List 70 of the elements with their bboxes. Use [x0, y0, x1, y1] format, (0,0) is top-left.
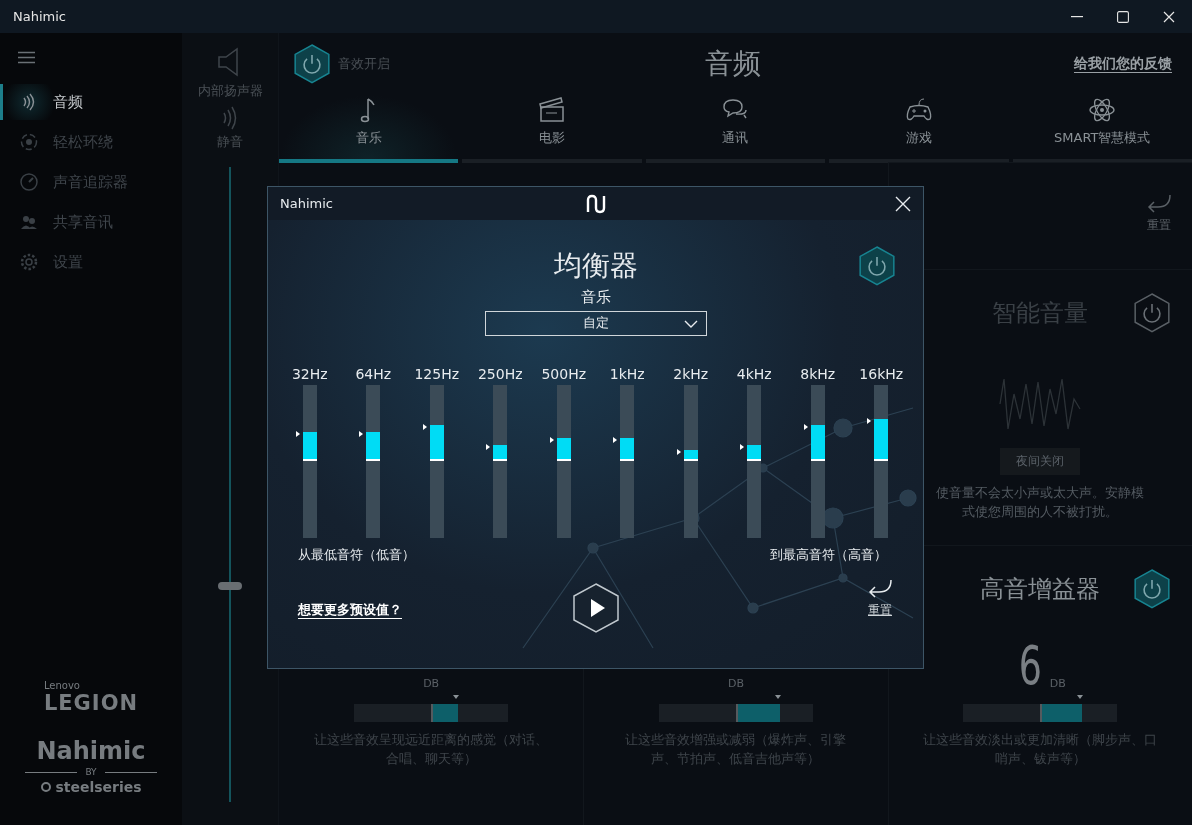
power-button[interactable] [859, 246, 895, 286]
unit-label: DB [1049, 677, 1066, 690]
return-arrow-icon [1146, 193, 1172, 215]
frequency-label: 1kHz [609, 365, 645, 382]
power-button[interactable] [1134, 569, 1170, 609]
slider-fill [493, 445, 508, 462]
effects-label: 音效开启 [338, 55, 390, 73]
slider-fill [874, 419, 889, 462]
frequency-label: 4kHz [736, 365, 772, 382]
slider-fill [302, 431, 317, 462]
slider-fill [620, 437, 635, 462]
frequency-label: 64Hz [355, 365, 392, 382]
slider-fill [429, 425, 444, 462]
tab[interactable]: 通讯 [645, 95, 826, 163]
reset-button[interactable]: 重置 [867, 577, 893, 619]
tab[interactable]: 电影 [462, 95, 642, 163]
more-presets-link[interactable]: 想要更多预设值？ [298, 600, 573, 619]
slider-fill [683, 449, 698, 462]
close-icon [1163, 10, 1175, 23]
unit-label: DB [727, 677, 744, 690]
maximize-icon [1117, 10, 1129, 23]
unit-label: DB [423, 677, 440, 690]
play-icon [572, 582, 619, 633]
card-title: 高音增益器 [980, 574, 1101, 605]
slider-fill [1040, 704, 1083, 722]
surround-icon [19, 132, 39, 152]
frequency-label: 500Hz [541, 365, 587, 382]
slider-fill [431, 704, 458, 722]
mute-label: 静音 [217, 133, 243, 151]
feedback-link[interactable]: 给我们您的反馈 [1074, 55, 1172, 73]
gauge-icon [19, 172, 39, 192]
tab[interactable]: SMART智慧模式 [1012, 95, 1192, 163]
wave-logo-icon [584, 193, 607, 214]
close-icon [895, 195, 911, 212]
frequency-label: 8kHz [800, 365, 836, 382]
window-title: Nahimic [13, 9, 67, 24]
high-note-label: 到最高音符（高音） [770, 545, 887, 564]
device-label: 内部扬声器 [197, 82, 263, 100]
page-title: 音频 [705, 46, 761, 82]
low-note-label: 从最低音符（低音） [298, 545, 415, 564]
frequency-label: 250Hz [477, 365, 523, 382]
frequency-label: 16kHz [859, 365, 904, 382]
frequency-label: 125Hz [414, 365, 460, 382]
preset-dropdown[interactable]: 自定 [484, 310, 707, 336]
chevron-down-icon [683, 319, 698, 328]
return-arrow-icon [867, 577, 893, 600]
slider-thumb[interactable] [218, 582, 242, 591]
card-description: 使音量不会太小声或太大声。安静模式使您周围的人不被打扰。 [935, 484, 1146, 521]
dialog-title: Nahimic [280, 196, 334, 211]
slider-fill [366, 431, 381, 462]
dialog-heading: 均衡器 [553, 247, 638, 284]
slider-fill [556, 437, 571, 462]
menu-icon[interactable] [18, 51, 35, 64]
mode-label: 音乐 [580, 287, 611, 307]
settings-icon [19, 252, 39, 272]
frequency-label: 2kHz [673, 365, 709, 382]
legion-logo: Lenovo LEGION [43, 680, 139, 715]
slider-fill [747, 445, 762, 462]
slider-fill [810, 425, 825, 462]
power-button[interactable] [1134, 293, 1170, 333]
frequency-label: 32Hz [291, 365, 328, 382]
power-button[interactable] [294, 44, 330, 84]
tab[interactable]: 游戏 [829, 95, 1009, 163]
minimize-icon [1071, 15, 1083, 18]
close-button[interactable] [895, 195, 911, 212]
nahimic-logo: Nahimic BY steelseries [25, 737, 157, 795]
slider-fill [736, 704, 780, 722]
tab[interactable]: 音乐 [279, 95, 459, 163]
gain-value: 6 [1018, 638, 1042, 694]
play-button[interactable] [572, 582, 619, 633]
